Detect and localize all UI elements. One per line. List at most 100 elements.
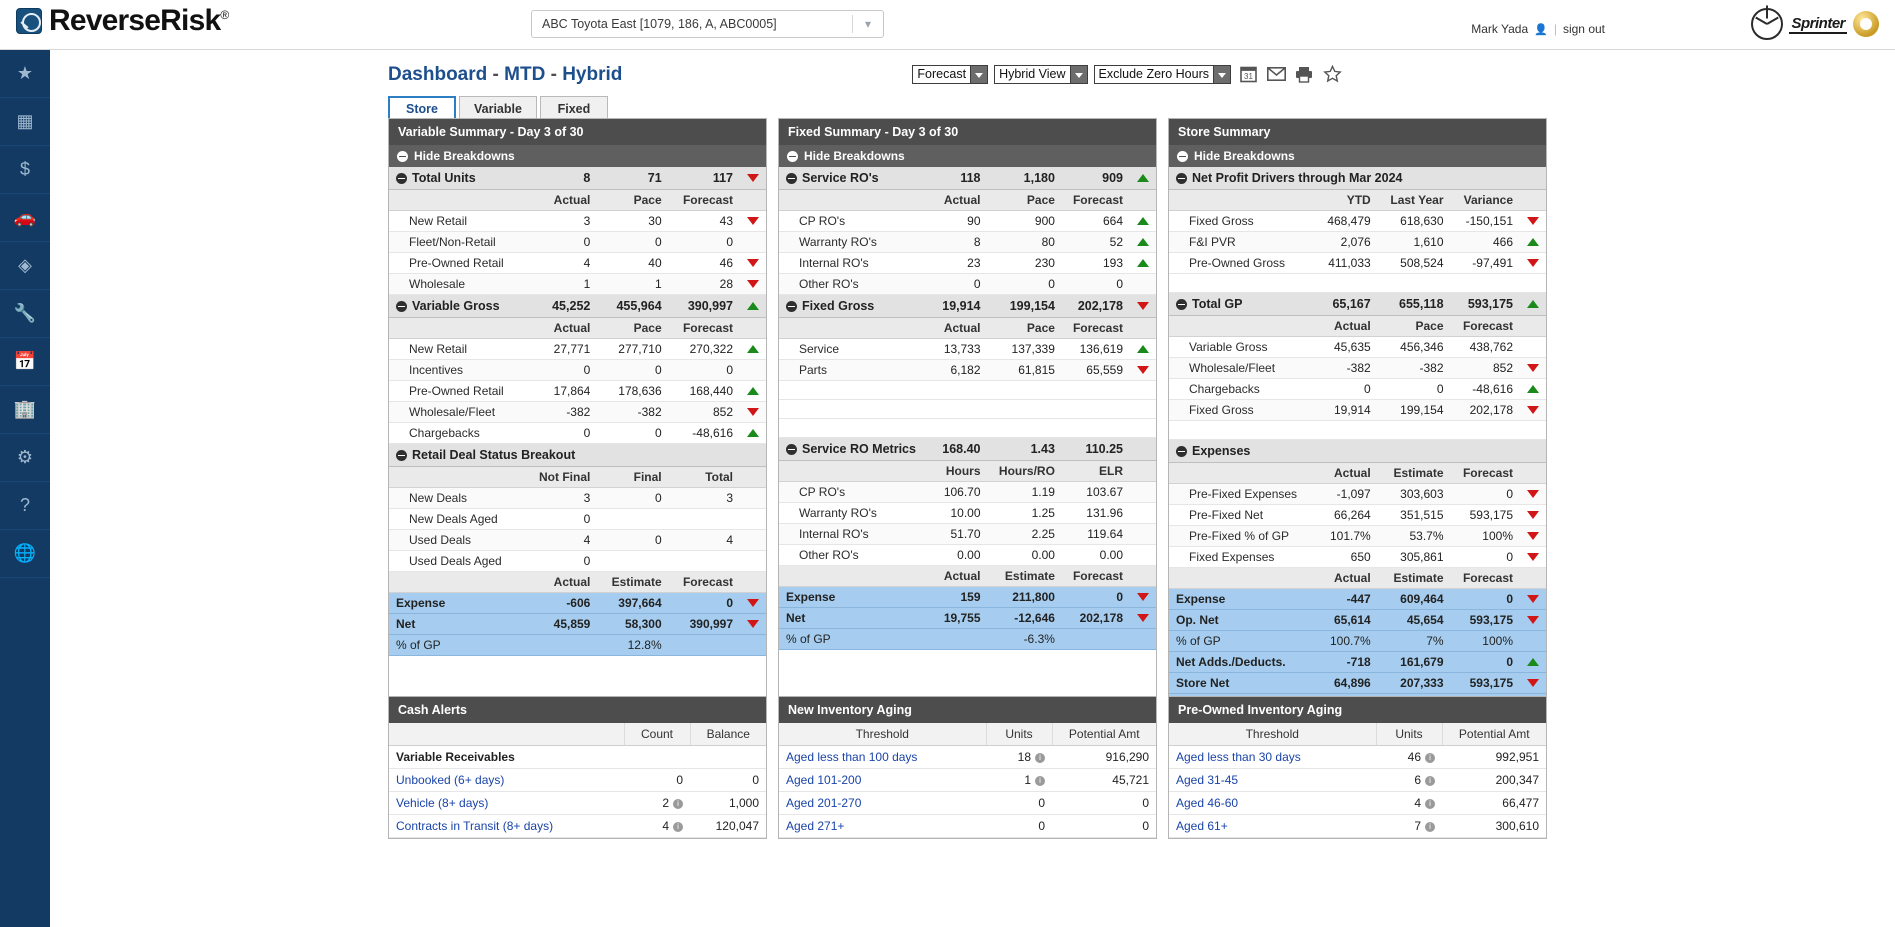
row-link[interactable]: Aged 101-200 xyxy=(786,773,861,787)
footer-row-pct-gp[interactable]: % of GP 100.7% 7% 100% xyxy=(1169,630,1546,652)
table-row[interactable]: Variable Gross 45,635 456,346 438,762 xyxy=(1169,336,1546,358)
section-header[interactable]: Fixed Gross 19,914 199,154 202,178 xyxy=(779,294,1156,318)
table-row[interactable]: Chargebacks 0 0 -48,616 xyxy=(389,422,766,444)
row-link[interactable]: Aged less than 100 days xyxy=(786,750,917,764)
row-link[interactable]: Vehicle (8+ days) xyxy=(396,796,488,810)
table-row[interactable]: Used Deals 4 0 4 xyxy=(389,529,766,551)
print-icon[interactable] xyxy=(1293,64,1315,84)
info-icon[interactable]: i xyxy=(1425,753,1435,763)
favorite-star-icon[interactable] xyxy=(1321,64,1343,84)
row-link[interactable]: Aged 31-45 xyxy=(1176,773,1238,787)
table-row[interactable]: Incentives 0 0 0 xyxy=(389,359,766,381)
view-select[interactable]: Hybrid View xyxy=(994,64,1088,84)
table-row[interactable]: Fixed Gross 468,479 618,630 -150,151 xyxy=(1169,210,1546,232)
toggle-breakdowns[interactable]: Hide Breakdowns xyxy=(1169,145,1546,167)
sidebar-item-calendar[interactable]: 📅 xyxy=(0,338,50,386)
toggle-breakdowns[interactable]: Hide Breakdowns xyxy=(779,145,1156,167)
row-link[interactable]: Unbooked (6+ days) xyxy=(396,773,504,787)
chevron-down-icon[interactable]: ▾ xyxy=(853,17,883,31)
table-row[interactable]: Pre-Owned Retail 17,864 178,636 168,440 xyxy=(389,380,766,402)
row-link[interactable]: Aged less than 30 days xyxy=(1176,750,1301,764)
toggle-breakdowns[interactable]: Hide Breakdowns xyxy=(389,145,766,167)
table-row[interactable]: Other RO's 0.00 0.00 0.00 xyxy=(779,544,1156,566)
table-row[interactable]: New Deals Aged 0 xyxy=(389,508,766,530)
info-icon[interactable]: i xyxy=(1425,799,1435,809)
sidebar-item-settings[interactable]: ⚙ xyxy=(0,434,50,482)
table-row[interactable]: CP RO's 90 900 664 xyxy=(779,210,1156,232)
row-link[interactable]: Aged 46-60 xyxy=(1176,796,1238,810)
table-row[interactable]: CP RO's 106.70 1.19 103.67 xyxy=(779,481,1156,503)
hours-filter-select[interactable]: Exclude Zero Hours xyxy=(1093,64,1231,84)
footer-row-pct-gp[interactable]: % of GP 12.8% xyxy=(389,634,766,656)
calendar-icon[interactable]: 31 xyxy=(1237,64,1259,84)
info-icon[interactable]: i xyxy=(673,799,683,809)
row-link[interactable]: Aged 61+ xyxy=(1176,819,1228,833)
list-item[interactable]: Unbooked (6+ days) 0 0 xyxy=(389,768,766,792)
table-row[interactable]: Other RO's 0 0 0 xyxy=(779,273,1156,295)
list-item[interactable]: Aged 101-200 1i 45,721 xyxy=(779,768,1156,792)
list-item[interactable]: Aged 201-270 0 0 xyxy=(779,791,1156,815)
section-header[interactable]: Expenses xyxy=(1169,439,1546,463)
section-header[interactable]: Retail Deal Status Breakout xyxy=(389,443,766,467)
list-item[interactable]: Aged 46-60 4i 66,477 xyxy=(1169,791,1546,815)
section-header[interactable]: Variable Gross 45,252 455,964 390,997 xyxy=(389,294,766,318)
table-row[interactable]: Parts 6,182 61,815 65,559 xyxy=(779,359,1156,381)
row-link[interactable]: Aged 201-270 xyxy=(786,796,861,810)
table-row[interactable]: New Retail 27,771 277,710 270,322 xyxy=(389,338,766,360)
table-row[interactable]: Pre-Fixed % of GP 101.7% 53.7% 100% xyxy=(1169,525,1546,547)
email-icon[interactable] xyxy=(1265,64,1287,84)
row-link[interactable]: Contracts in Transit (8+ days) xyxy=(396,819,553,833)
table-row[interactable]: Pre-Fixed Expenses -1,097 303,603 0 xyxy=(1169,483,1546,505)
list-item[interactable]: Aged 31-45 6i 200,347 xyxy=(1169,768,1546,792)
sidebar-item-inventory[interactable]: 🚗 xyxy=(0,194,50,242)
footer-row-op-net[interactable]: Op. Net 65,614 45,654 593,175 xyxy=(1169,609,1546,631)
table-row[interactable]: Warranty RO's 8 80 52 xyxy=(779,231,1156,253)
footer-row-store-net[interactable]: Store Net 64,896 207,333 593,175 xyxy=(1169,672,1546,694)
footer-row-expense[interactable]: Expense 159 211,800 0 xyxy=(779,586,1156,608)
list-item[interactable]: Aged 271+ 0 0 xyxy=(779,814,1156,838)
sidebar-item-help[interactable]: ? xyxy=(0,482,50,530)
sidebar-item-global[interactable]: 🌐 xyxy=(0,530,50,578)
footer-row-net[interactable]: Net 19,755 -12,646 202,178 xyxy=(779,607,1156,629)
info-icon[interactable]: i xyxy=(1035,753,1045,763)
metric-select[interactable]: Forecast xyxy=(912,64,989,84)
sidebar-item-service[interactable]: 🔧 xyxy=(0,290,50,338)
sidebar-item-reports[interactable]: ▦ xyxy=(0,98,50,146)
footer-row-net-adds-deducts[interactable]: Net Adds./Deducts. -718 161,679 0 xyxy=(1169,651,1546,673)
list-item[interactable]: Aged less than 30 days 46 i 992,951 xyxy=(1169,745,1546,769)
section-header[interactable]: Net Profit Drivers through Mar 2024 xyxy=(1169,167,1546,190)
table-row[interactable]: Wholesale 1 1 28 xyxy=(389,273,766,295)
table-row[interactable]: New Retail 3 30 43 xyxy=(389,210,766,232)
table-row[interactable]: Internal RO's 23 230 193 xyxy=(779,252,1156,274)
info-icon[interactable]: i xyxy=(1035,776,1045,786)
footer-row-expense[interactable]: Expense -447 609,464 0 xyxy=(1169,588,1546,610)
brand-logo[interactable]: ReverseRisk® xyxy=(16,6,229,36)
footer-row-net[interactable]: Net 45,859 58,300 390,997 xyxy=(389,613,766,635)
table-row[interactable]: Fixed Expenses 650 305,861 0 xyxy=(1169,546,1546,568)
list-item[interactable]: Vehicle (8+ days) 2i 1,000 xyxy=(389,791,766,815)
info-icon[interactable]: i xyxy=(1425,776,1435,786)
list-item[interactable]: Aged 61+ 7i 300,610 xyxy=(1169,814,1546,838)
table-row[interactable]: Pre-Fixed Net 66,264 351,515 593,175 xyxy=(1169,504,1546,526)
sidebar-item-favorites[interactable]: ★ xyxy=(0,50,50,98)
table-row[interactable]: Fleet/Non-Retail 0 0 0 xyxy=(389,231,766,253)
table-row[interactable]: Pre-Owned Gross 411,033 508,524 -97,491 xyxy=(1169,252,1546,274)
sidebar-item-deals[interactable]: ◈ xyxy=(0,242,50,290)
table-row[interactable]: F&I PVR 2,076 1,610 466 xyxy=(1169,231,1546,253)
table-row[interactable]: Wholesale/Fleet -382 -382 852 xyxy=(389,401,766,423)
info-icon[interactable]: i xyxy=(673,822,683,832)
footer-row-pct-gp[interactable]: % of GP -6.3% xyxy=(779,628,1156,650)
list-item[interactable]: Aged less than 100 days 18 i 916,290 xyxy=(779,745,1156,769)
table-row[interactable]: Used Deals Aged 0 xyxy=(389,550,766,572)
sidebar-item-financials[interactable]: $ xyxy=(0,146,50,194)
table-row[interactable]: Pre-Owned Retail 4 40 46 xyxy=(389,252,766,274)
table-row[interactable]: Chargebacks 0 0 -48,616 xyxy=(1169,378,1546,400)
section-header[interactable]: Total GP 65,167 655,118 593,175 xyxy=(1169,292,1546,316)
table-row[interactable]: Warranty RO's 10.00 1.25 131.96 xyxy=(779,502,1156,524)
section-header[interactable]: Service RO's 118 1,180 909 xyxy=(779,167,1156,190)
list-item[interactable]: Contracts in Transit (8+ days) 4i 120,04… xyxy=(389,814,766,838)
sign-out-link[interactable]: sign out xyxy=(1563,22,1605,36)
section-header[interactable]: Service RO Metrics 168.40 1.43 110.25 xyxy=(779,437,1156,461)
table-row[interactable]: New Deals 3 0 3 xyxy=(389,487,766,509)
table-row[interactable]: Wholesale/Fleet -382 -382 852 xyxy=(1169,357,1546,379)
